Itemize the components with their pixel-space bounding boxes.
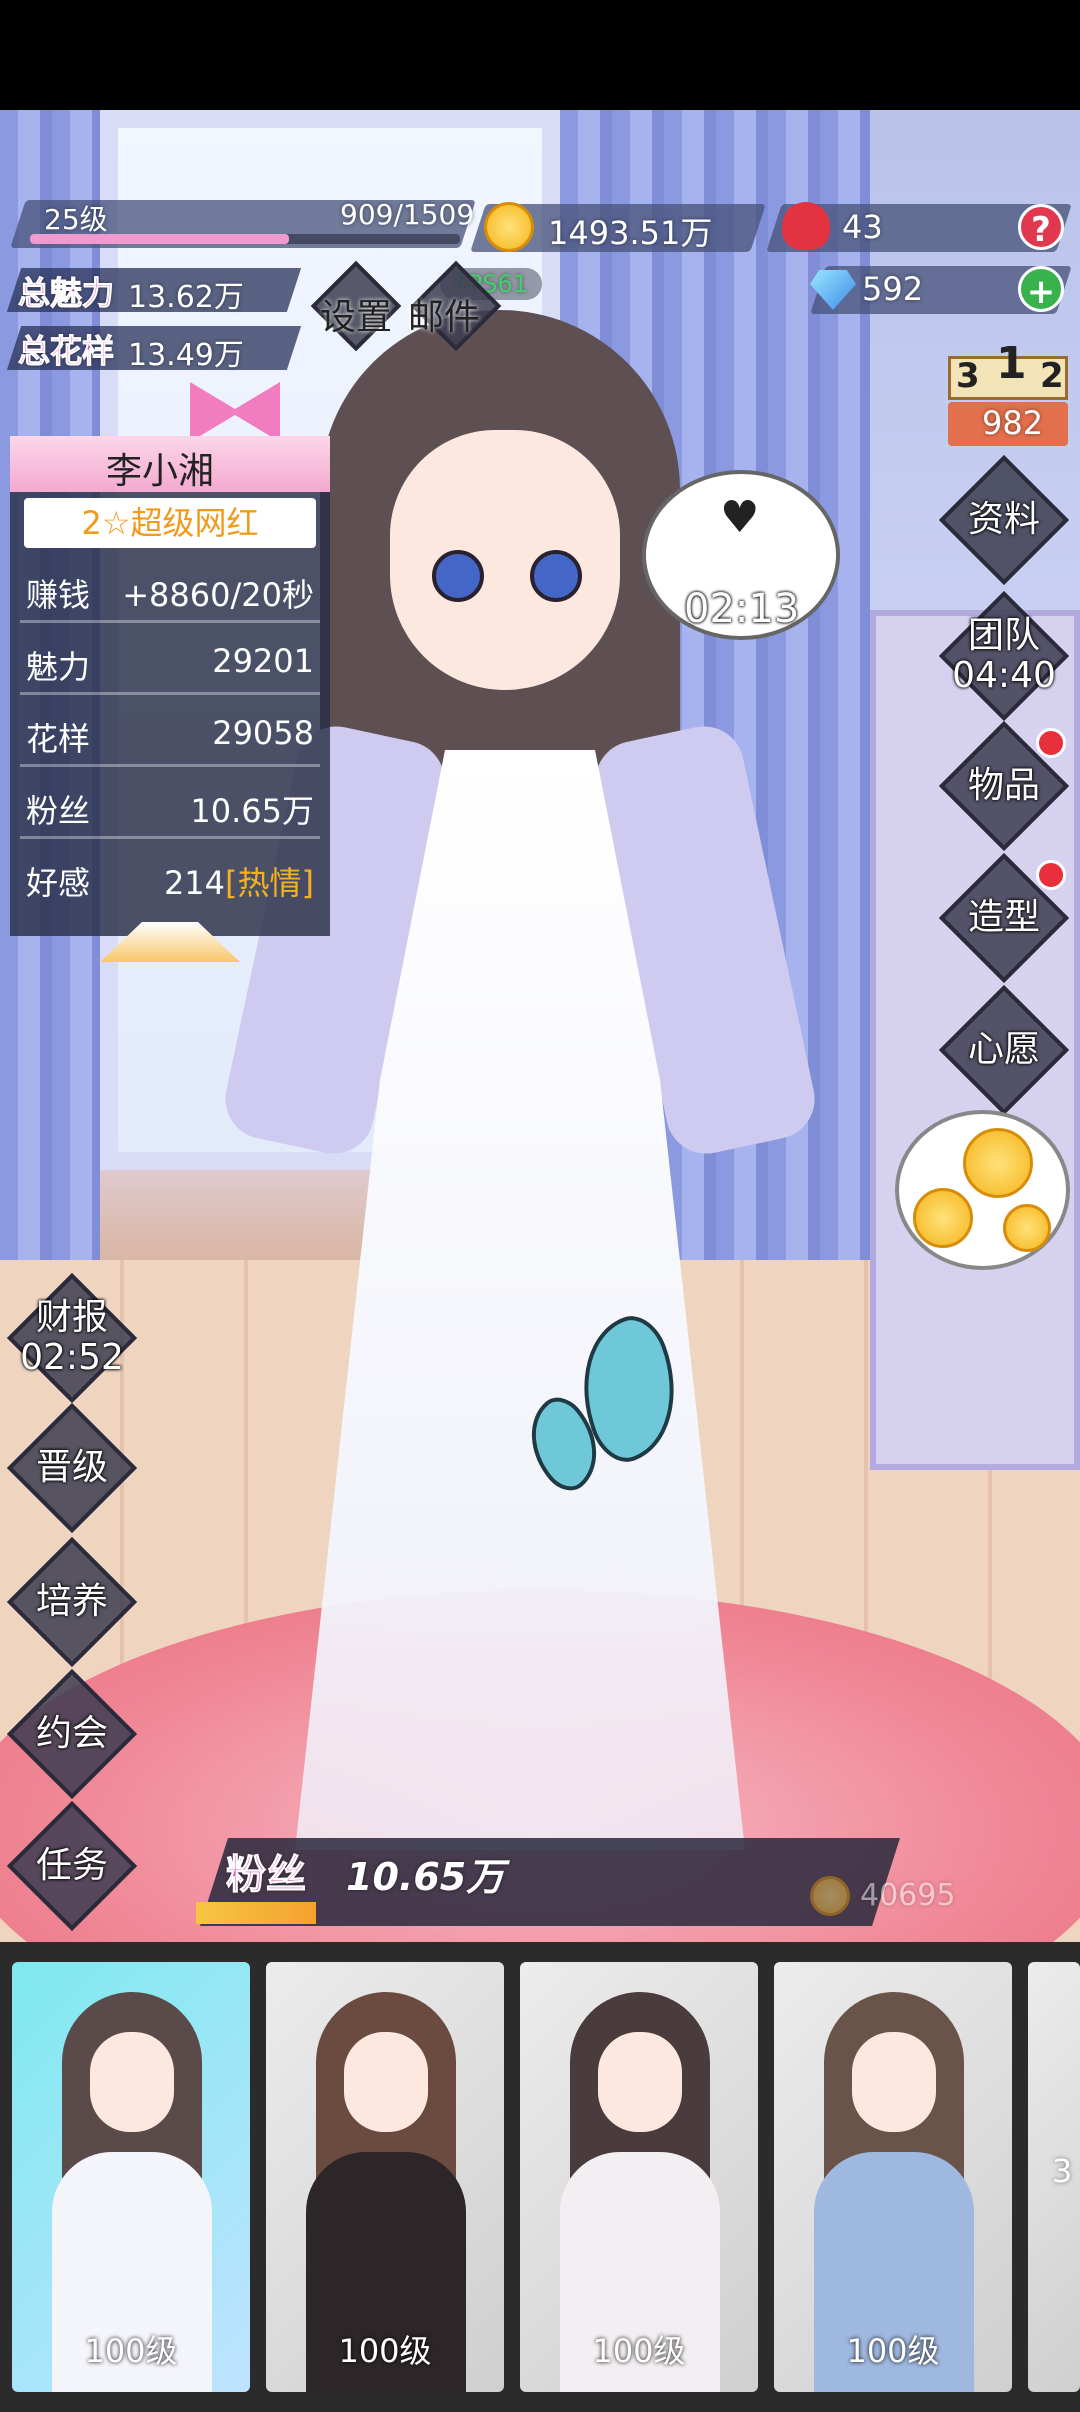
right-eye bbox=[530, 550, 582, 602]
coin-icon bbox=[913, 1188, 973, 1248]
affection-status: [热情] bbox=[225, 864, 314, 902]
promote-label: 晋级 bbox=[35, 1447, 108, 1488]
left-eye bbox=[432, 550, 484, 602]
level-label: 25级 bbox=[44, 203, 108, 236]
affection-row: 好感 214[热情] bbox=[20, 846, 320, 908]
outfit-card-partial[interactable]: 3 bbox=[1028, 1962, 1080, 2392]
add-diamond-button[interactable]: + bbox=[1018, 266, 1064, 312]
rose-value: 43 bbox=[842, 208, 883, 246]
outfit-card[interactable]: 100级 bbox=[520, 1962, 758, 2392]
character-rank: 2☆超级网红 bbox=[24, 498, 316, 548]
stat-label: 花样 bbox=[26, 720, 91, 758]
outfit-card[interactable]: 100级 bbox=[12, 1962, 250, 2392]
coin-value: 1493.51万 bbox=[548, 214, 713, 252]
affection-value-group: 214[热情] bbox=[164, 858, 314, 904]
ranking-score: 982 bbox=[982, 404, 1044, 442]
stat-row: 赚钱 +8860/20秒 bbox=[20, 558, 320, 623]
train-button[interactable]: 培养 bbox=[6, 1536, 138, 1668]
outfit-card[interactable]: 100级 bbox=[266, 1962, 504, 2392]
items-notification-badge bbox=[1036, 728, 1066, 758]
heart-bubble[interactable]: ♥ 02:13 bbox=[642, 470, 840, 640]
exp-label: 909/1509 bbox=[340, 198, 475, 231]
date-button[interactable]: 约会 bbox=[6, 1668, 138, 1800]
team-timer: 04:40 bbox=[952, 655, 1056, 696]
promote-button[interactable]: 晋级 bbox=[6, 1402, 138, 1534]
settings-label[interactable]: 设置 bbox=[320, 288, 392, 340]
stat-row: 魅力 29201 bbox=[20, 630, 320, 695]
stat-value: 29201 bbox=[212, 642, 314, 680]
coin-icon bbox=[1003, 1204, 1051, 1252]
finance-report-button[interactable]: 财报 02:52 bbox=[6, 1272, 138, 1404]
stat-value: +8860/20秒 bbox=[122, 576, 314, 614]
date-label: 约会 bbox=[35, 1713, 108, 1754]
style-value: 13.49万 bbox=[128, 338, 244, 373]
character-card[interactable]: 李小湘 2☆超级网红 赚钱 +8860/20秒 魅力 29201 花样 2905… bbox=[10, 436, 330, 936]
wish-label: 心愿 bbox=[967, 1029, 1040, 1070]
coin-icon bbox=[810, 1876, 850, 1916]
team-label: 团队 bbox=[967, 615, 1040, 656]
outfit-level: 100级 bbox=[338, 2332, 432, 2370]
outfit-level-partial: 3 bbox=[1052, 2152, 1073, 2190]
fans-side-value: 40695 bbox=[860, 1878, 956, 1913]
fans-progress-fill bbox=[196, 1902, 316, 1924]
outfit-level: 100级 bbox=[84, 2332, 178, 2370]
stat-label: 粉丝 bbox=[26, 792, 91, 830]
ranking-podium[interactable]: 3 1 2 982 bbox=[948, 338, 1068, 448]
tasks-button[interactable]: 任务 bbox=[6, 1800, 138, 1932]
stat-label: 魅力 bbox=[26, 648, 91, 686]
fans-label: 粉丝 bbox=[226, 1852, 307, 1899]
charm-label: 总魅力 bbox=[17, 274, 115, 313]
style-label: 总花样 bbox=[17, 332, 115, 371]
podium-third: 3 bbox=[956, 356, 980, 396]
styling-notification-badge bbox=[1036, 860, 1066, 890]
coin-collect-bubble[interactable] bbox=[895, 1110, 1070, 1270]
charm-value: 13.62万 bbox=[128, 280, 244, 315]
finance-report-timer: 02:52 bbox=[20, 1337, 124, 1378]
help-button[interactable]: ? bbox=[1018, 204, 1064, 250]
mail-label[interactable]: 邮件 bbox=[408, 288, 480, 340]
finance-report-label: 财报 bbox=[35, 1297, 108, 1338]
podium-first: 1 bbox=[996, 338, 1027, 389]
profile-label: 资料 bbox=[967, 499, 1040, 540]
diamond-value: 592 bbox=[862, 270, 924, 308]
stat-value: 10.65万 bbox=[190, 792, 314, 830]
affection-label: 好感 bbox=[26, 864, 91, 902]
stat-label: 赚钱 bbox=[26, 576, 91, 614]
bubble-timer: 02:13 bbox=[684, 586, 800, 632]
character-face bbox=[390, 430, 620, 690]
wish-button[interactable]: 心愿 bbox=[938, 984, 1070, 1116]
stat-row: 粉丝 10.65万 bbox=[20, 774, 320, 839]
items-label: 物品 bbox=[967, 765, 1040, 806]
podium-second: 2 bbox=[1040, 356, 1064, 396]
team-button[interactable]: 团队 04:40 bbox=[938, 590, 1070, 722]
train-label: 培养 bbox=[35, 1581, 108, 1622]
heart-icon: ♥ bbox=[720, 492, 760, 543]
styling-label: 造型 bbox=[967, 897, 1040, 938]
rose-icon bbox=[782, 202, 830, 250]
fans-value: 10.65万 bbox=[346, 1855, 505, 1899]
affection-value: 214 bbox=[163, 864, 226, 902]
coin-icon bbox=[963, 1128, 1033, 1198]
character-name: 李小湘 bbox=[106, 451, 215, 492]
outfit-level: 100级 bbox=[592, 2332, 686, 2370]
profile-button[interactable]: 资料 bbox=[938, 454, 1070, 586]
outfit-card[interactable]: 100级 bbox=[774, 1962, 1012, 2392]
coin-icon bbox=[484, 202, 534, 252]
outfit-level: 100级 bbox=[846, 2332, 940, 2370]
stat-row: 花样 29058 bbox=[20, 702, 320, 767]
stat-value: 29058 bbox=[212, 714, 314, 752]
tasks-label: 任务 bbox=[35, 1845, 108, 1886]
